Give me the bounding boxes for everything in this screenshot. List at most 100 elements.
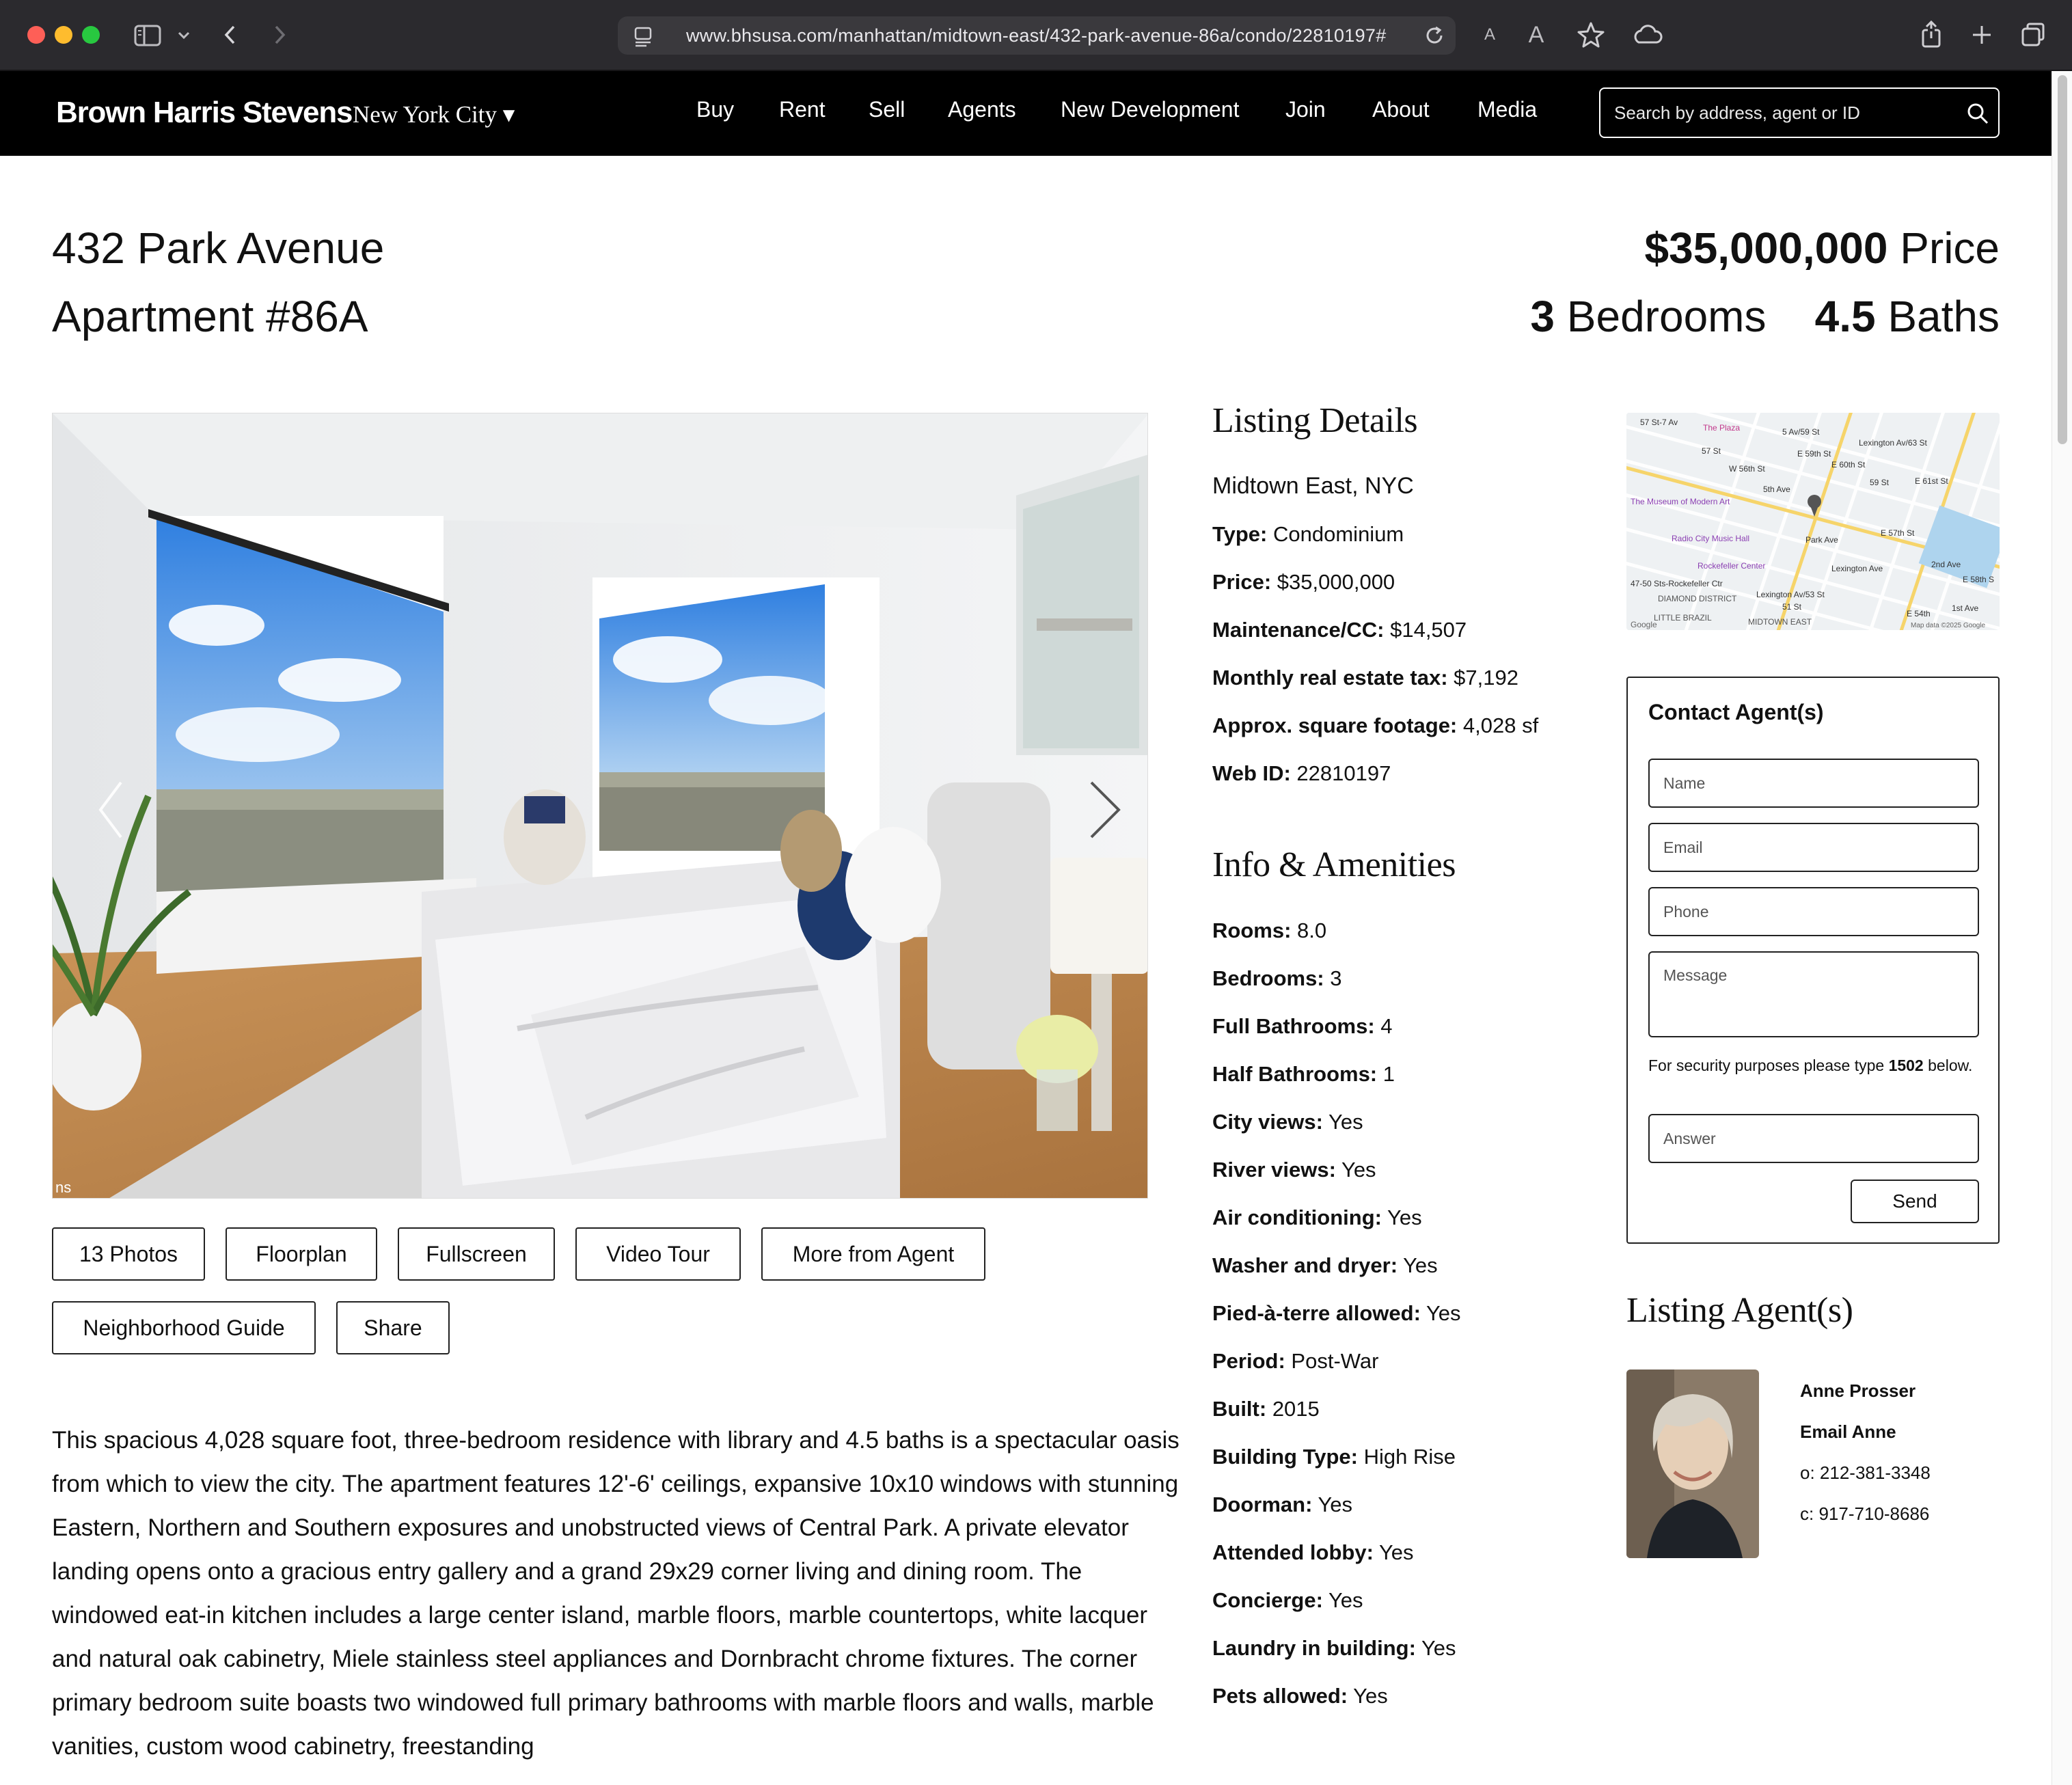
forward-arrow-icon[interactable] [267,18,291,52]
detail-value: 22810197 [1290,761,1391,785]
amenity-value: High Rise [1357,1445,1456,1469]
price-label: Price [1900,223,2000,273]
amenity-row: River views: Yes [1212,1158,1376,1182]
amenity-label: Concierge: [1212,1588,1323,1612]
listing-description: This spacious 4,028 square foot, three-b… [52,1427,1180,1760]
name-field[interactable] [1648,759,1979,808]
map-label: MIDTOWN EAST [1748,617,1812,627]
reload-icon[interactable] [1421,18,1449,53]
map-label: 5th Ave [1763,485,1790,494]
nav-media[interactable]: Media [1477,97,1537,122]
detail-label: Monthly real estate tax: [1212,666,1448,690]
message-field[interactable] [1648,951,1979,1037]
star-icon[interactable] [1576,18,1606,52]
security-pre: For security purposes please type [1648,1057,1889,1074]
nav-sell[interactable]: Sell [869,97,905,122]
amenity-row: Building Type: High Rise [1212,1445,1456,1469]
brand-logo[interactable]: Brown Harris Stevens [56,96,353,130]
map-label: E 59th St [1797,449,1831,459]
amenity-value: 1 [1377,1062,1395,1086]
amenity-label: Half Bathrooms: [1212,1062,1378,1086]
detail-label: Price: [1212,570,1272,594]
amenity-label: River views: [1212,1158,1336,1182]
new-tab-plus-icon[interactable] [1968,18,1995,52]
share-icon[interactable] [1918,18,1945,52]
amenity-value: 3 [1324,966,1342,990]
listing-details-heading: Listing Details [1212,401,1418,440]
bedrooms-label: Bedrooms [1566,292,1767,341]
floorplan-button[interactable]: Floorplan [226,1227,377,1281]
amenity-row: Full Bathrooms: 4 [1212,1014,1393,1039]
nav-new-development[interactable]: New Development [1061,97,1239,122]
amenity-row: City views: Yes [1212,1110,1363,1134]
agent-office-phone[interactable]: o: 212-381-3348 [1800,1462,1931,1484]
map-label: LITTLE BRAZIL [1654,613,1712,623]
map-label: 57 St-7 Av [1640,418,1678,427]
map-label: 5 Av/59 St [1782,427,1820,437]
map-label: 51 St [1782,602,1802,612]
nav-join[interactable]: Join [1285,97,1326,122]
agent-cell-phone[interactable]: c: 917-710-8686 [1800,1503,1929,1525]
phone-field[interactable] [1648,887,1979,936]
agent-avatar[interactable] [1626,1370,1759,1558]
send-button[interactable]: Send [1851,1180,1979,1223]
back-arrow-icon[interactable] [219,18,243,52]
city-selector[interactable]: New York City ▾ [353,101,515,128]
map-label: The Museum of Modern Art [1631,497,1730,506]
amenity-value: Yes [1398,1253,1438,1277]
amenity-label: Bedrooms: [1212,966,1324,990]
amenity-value: Yes [1420,1301,1461,1325]
sidebar-icon[interactable] [133,18,163,52]
search-input[interactable] [1614,89,1956,137]
nav-agents[interactable]: Agents [948,97,1016,122]
text-larger-icon[interactable]: A [1524,18,1549,52]
more-from-agent-button[interactable]: More from Agent [761,1227,985,1281]
listing-photo-carousel[interactable]: ns [52,413,1148,1199]
scrollbar-thumb[interactable] [2058,75,2067,444]
location-map[interactable]: 57 St-7 Av The Plaza 5 Av/59 St Lexingto… [1626,413,2000,630]
chevron-down-icon[interactable] [175,18,193,52]
amenity-row: Doorman: Yes [1212,1493,1352,1517]
photos-button[interactable]: 13 Photos [52,1227,205,1281]
minimize-window-button[interactable] [55,26,72,44]
url-text[interactable]: www.bhsusa.com/manhattan/midtown-east/43… [686,16,1397,55]
amenity-value: Yes [1322,1588,1363,1612]
detail-value: Condominium [1267,522,1404,546]
amenity-label: Built: [1212,1397,1267,1421]
detail-label: Maintenance/CC: [1212,618,1385,642]
nav-rent[interactable]: Rent [779,97,826,122]
video-tour-button[interactable]: Video Tour [575,1227,741,1281]
text-smaller-icon[interactable]: A [1480,18,1499,52]
security-instructions: For security purposes please type 1502 b… [1648,1057,1979,1074]
listing-agents-heading: Listing Agent(s) [1626,1291,1853,1330]
email-field[interactable] [1648,823,1979,872]
address-bar[interactable]: www.bhsusa.com/manhattan/midtown-east/43… [618,16,1456,55]
amenity-label: Doorman: [1212,1493,1313,1516]
page-scrollbar[interactable] [2051,71,2072,1785]
amenity-value: Post-War [1285,1349,1379,1373]
amenity-value: 2015 [1266,1397,1320,1421]
page-menu-icon[interactable] [630,18,657,53]
search-icon[interactable] [1965,101,1990,126]
amenity-value: 4 [1374,1014,1393,1038]
close-window-button[interactable] [27,26,45,44]
amenity-label: Air conditioning: [1212,1205,1382,1229]
share-button[interactable]: Share [336,1301,450,1354]
tab-overview-icon[interactable] [2019,18,2047,52]
zoom-window-button[interactable] [82,26,100,44]
cloud-icon[interactable] [1629,18,1665,52]
email-agent-link[interactable]: Email Anne [1800,1421,1896,1443]
detail-value: $14,507 [1384,618,1467,642]
nav-buy[interactable]: Buy [696,97,734,122]
detail-row: Approx. square footage: 4,028 sf [1212,713,1538,738]
map-label: 59 St [1870,478,1890,487]
answer-field[interactable] [1648,1114,1979,1163]
amenity-row: Pets allowed: Yes [1212,1684,1388,1708]
neighborhood-guide-button[interactable]: Neighborhood Guide [52,1301,316,1354]
amenities-heading: Info & Amenities [1212,845,1456,884]
amenity-row: Rooms: 8.0 [1212,918,1326,943]
fullscreen-button[interactable]: Fullscreen [398,1227,555,1281]
nav-about[interactable]: About [1372,97,1430,122]
agent-name[interactable]: Anne Prosser [1800,1380,1916,1402]
amenity-label: Building Type: [1212,1445,1358,1469]
